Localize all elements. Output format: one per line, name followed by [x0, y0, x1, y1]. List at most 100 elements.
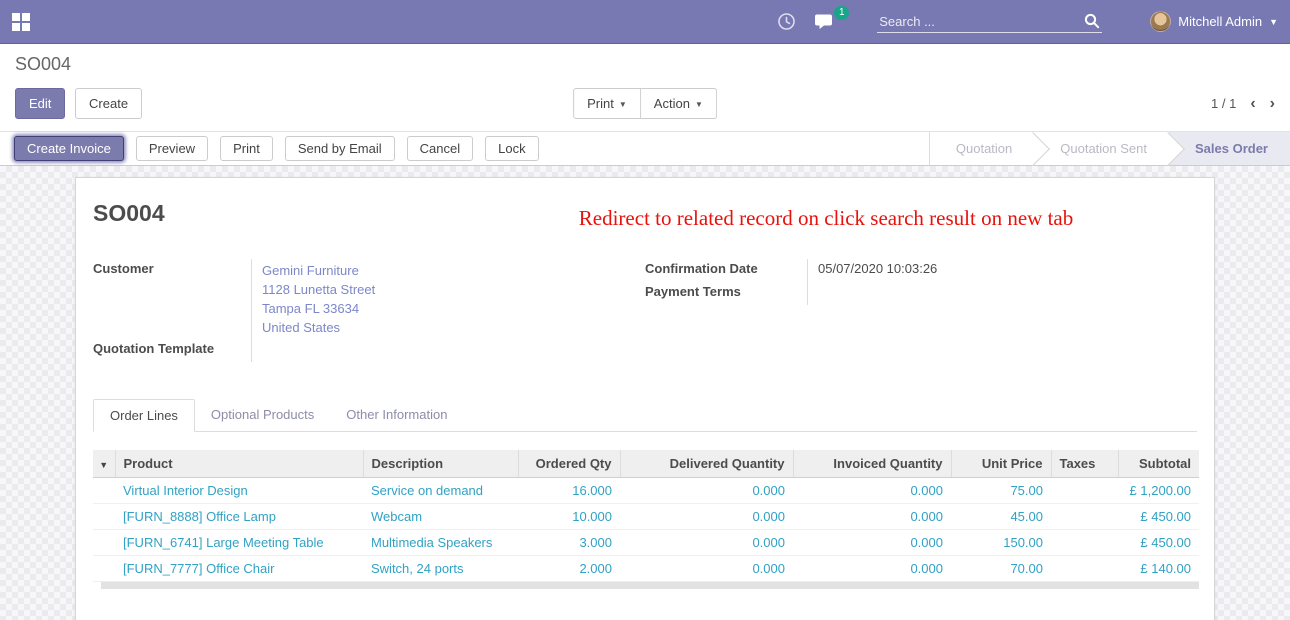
cell-description[interactable]: Service on demand	[363, 477, 518, 503]
cell-invoiced-qty[interactable]: 0.000	[793, 555, 951, 581]
top-navbar: 1 Mitchell Admin ▼	[0, 0, 1290, 44]
field-confirmation-date: Confirmation Date 05/07/2020 10:03:26	[645, 259, 1197, 282]
table-row[interactable]: [FURN_6741] Large Meeting Table Multimed…	[93, 529, 1199, 555]
order-lines-table: ▼ Product Description Ordered Qty Delive…	[93, 450, 1199, 582]
cell-taxes[interactable]	[1051, 477, 1118, 503]
field-col-right: Confirmation Date 05/07/2020 10:03:26 Pa…	[645, 259, 1197, 362]
breadcrumb: SO004	[15, 54, 1275, 75]
customer-link[interactable]: Gemini Furniture	[262, 263, 359, 278]
create-button[interactable]: Create	[75, 88, 142, 119]
table-row[interactable]: [FURN_8888] Office Lamp Webcam 10.000 0.…	[93, 503, 1199, 529]
chevron-down-icon: ▼	[619, 100, 627, 109]
cell-description[interactable]: Switch, 24 ports	[363, 555, 518, 581]
apps-menu-icon[interactable]	[12, 13, 29, 30]
cell-delivered-qty[interactable]: 0.000	[620, 477, 793, 503]
col-subtotal[interactable]: Subtotal	[1118, 450, 1199, 477]
customer-address-line: United States	[262, 318, 645, 337]
table-header-row: ▼ Product Description Ordered Qty Delive…	[93, 450, 1199, 477]
table-row[interactable]: Virtual Interior Design Service on deman…	[93, 477, 1199, 503]
field-customer: Customer Gemini Furniture 1128 Lunetta S…	[93, 259, 645, 339]
cell-description[interactable]: Multimedia Speakers	[363, 529, 518, 555]
pager-previous-icon[interactable]: ‹	[1250, 96, 1255, 112]
search-icon[interactable]	[1084, 13, 1100, 29]
status-step-quotation-sent[interactable]: Quotation Sent	[1034, 132, 1169, 165]
field-col-left: Customer Gemini Furniture 1128 Lunetta S…	[93, 259, 645, 362]
chevron-down-icon: ▼	[695, 100, 703, 109]
global-search	[877, 10, 1102, 33]
tab-optional-products[interactable]: Optional Products	[195, 399, 330, 432]
payment-terms-value	[807, 282, 1197, 305]
table-scrollbar-track[interactable]	[101, 582, 1199, 589]
form-view-background: SO004 Redirect to related record on clic…	[0, 166, 1290, 620]
cell-ordered-qty[interactable]: 10.000	[518, 503, 620, 529]
user-avatar	[1150, 11, 1171, 32]
col-ordered-qty[interactable]: Ordered Qty	[518, 450, 620, 477]
send-by-email-button[interactable]: Send by Email	[285, 136, 395, 161]
col-unit-price[interactable]: Unit Price	[951, 450, 1051, 477]
messages-count-badge: 1	[834, 6, 849, 20]
table-row[interactable]: [FURN_7777] Office Chair Switch, 24 port…	[93, 555, 1199, 581]
cell-taxes[interactable]	[1051, 503, 1118, 529]
cell-unit-price[interactable]: 45.00	[951, 503, 1051, 529]
status-step-quotation[interactable]: Quotation	[930, 132, 1034, 165]
cell-delivered-qty[interactable]: 0.000	[620, 555, 793, 581]
cell-unit-price[interactable]: 75.00	[951, 477, 1051, 503]
cell-product[interactable]: [FURN_7777] Office Chair	[115, 555, 363, 581]
cell-ordered-qty[interactable]: 16.000	[518, 477, 620, 503]
col-product[interactable]: Product	[115, 450, 363, 477]
cell-subtotal[interactable]: £ 450.00	[1118, 529, 1199, 555]
cell-product[interactable]: Virtual Interior Design	[115, 477, 363, 503]
cell-ordered-qty[interactable]: 2.000	[518, 555, 620, 581]
messages-icon[interactable]: 1	[814, 13, 837, 31]
cell-description[interactable]: Webcam	[363, 503, 518, 529]
cell-invoiced-qty[interactable]: 0.000	[793, 477, 951, 503]
tab-order-lines[interactable]: Order Lines	[93, 399, 195, 432]
cell-taxes[interactable]	[1051, 555, 1118, 581]
quotation-template-value	[251, 339, 645, 362]
print-dropdown-button[interactable]: Print▼	[573, 88, 641, 119]
search-input[interactable]	[879, 14, 1084, 29]
create-invoice-button[interactable]: Create Invoice	[14, 136, 124, 161]
activities-clock-icon[interactable]	[777, 12, 796, 31]
cell-invoiced-qty[interactable]: 0.000	[793, 529, 951, 555]
notebook-tabs: Order Lines Optional Products Other Info…	[93, 398, 1197, 432]
cell-invoiced-qty[interactable]: 0.000	[793, 503, 951, 529]
statusbar-buttons: Create Invoice Preview Print Send by Ema…	[0, 132, 539, 165]
pager: 1 / 1 ‹ ›	[1211, 96, 1275, 112]
status-step-sales-order[interactable]: Sales Order	[1169, 132, 1290, 165]
col-invoiced-quantity[interactable]: Invoiced Quantity	[793, 450, 951, 477]
cell-delivered-qty[interactable]: 0.000	[620, 529, 793, 555]
preview-button[interactable]: Preview	[136, 136, 208, 161]
cell-ordered-qty[interactable]: 3.000	[518, 529, 620, 555]
pager-next-icon[interactable]: ›	[1270, 96, 1275, 112]
payment-terms-label: Payment Terms	[645, 282, 807, 305]
cell-product[interactable]: [FURN_6741] Large Meeting Table	[115, 529, 363, 555]
cancel-button[interactable]: Cancel	[407, 136, 473, 161]
cell-subtotal[interactable]: £ 450.00	[1118, 503, 1199, 529]
user-menu[interactable]: Mitchell Admin ▼	[1150, 11, 1278, 32]
action-dropdown-button[interactable]: Action▼	[641, 88, 717, 119]
cell-taxes[interactable]	[1051, 529, 1118, 555]
col-description[interactable]: Description	[363, 450, 518, 477]
annotation-text: Redirect to related record on click sear…	[476, 206, 1176, 231]
field-quotation-template: Quotation Template	[93, 339, 645, 362]
cell-unit-price[interactable]: 150.00	[951, 529, 1051, 555]
col-delivered-quantity[interactable]: Delivered Quantity	[620, 450, 793, 477]
edit-button[interactable]: Edit	[15, 88, 65, 119]
confirmation-date-label: Confirmation Date	[645, 259, 807, 282]
cell-delivered-qty[interactable]: 0.000	[620, 503, 793, 529]
customer-address-line: 1128 Lunetta Street	[262, 280, 645, 299]
list-fold-caret-icon[interactable]: ▼	[93, 450, 115, 477]
lock-button[interactable]: Lock	[485, 136, 538, 161]
print-button[interactable]: Print	[220, 136, 273, 161]
cell-subtotal[interactable]: £ 140.00	[1118, 555, 1199, 581]
col-taxes[interactable]: Taxes	[1051, 450, 1118, 477]
tab-other-information[interactable]: Other Information	[330, 399, 463, 432]
user-name: Mitchell Admin	[1178, 14, 1262, 29]
field-payment-terms: Payment Terms	[645, 282, 1197, 305]
status-steps: Quotation Quotation Sent Sales Order	[929, 132, 1290, 165]
customer-address-line: Tampa FL 33634	[262, 299, 645, 318]
cell-product[interactable]: [FURN_8888] Office Lamp	[115, 503, 363, 529]
cell-subtotal[interactable]: £ 1,200.00	[1118, 477, 1199, 503]
cell-unit-price[interactable]: 70.00	[951, 555, 1051, 581]
